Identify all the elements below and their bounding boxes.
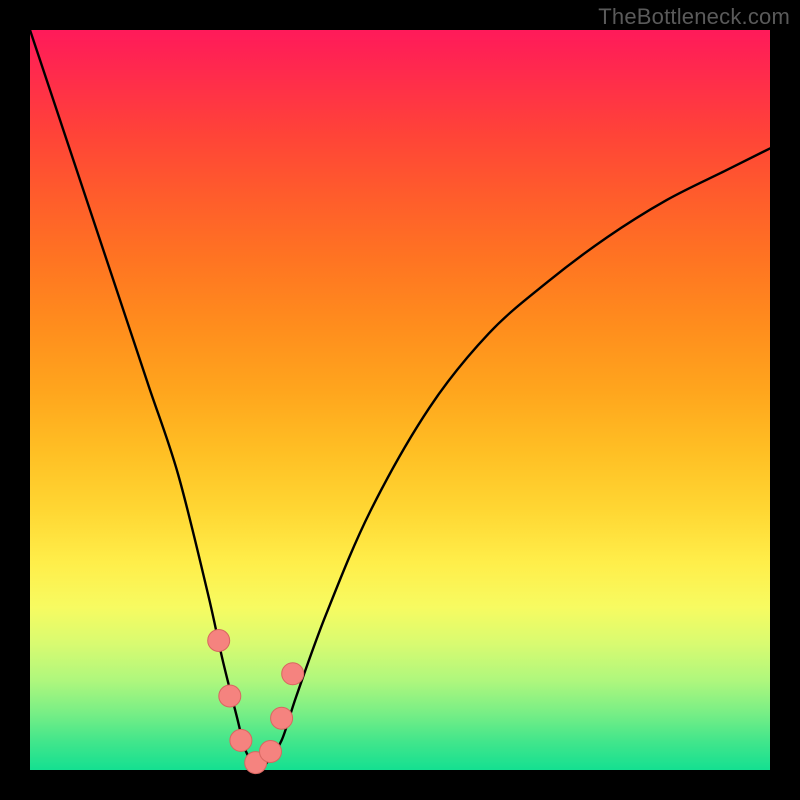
bottleneck-curve [30,30,770,770]
plot-area [30,30,770,770]
curve-marker [219,685,241,707]
watermark-label: TheBottleneck.com [598,4,790,30]
curve-marker [271,707,293,729]
curve-marker [208,630,230,652]
marker-group [208,630,304,774]
curve-marker [230,729,252,751]
chart-frame: TheBottleneck.com [0,0,800,800]
curve-marker [260,741,282,763]
bottleneck-curve-svg [30,30,770,770]
curve-marker [282,663,304,685]
